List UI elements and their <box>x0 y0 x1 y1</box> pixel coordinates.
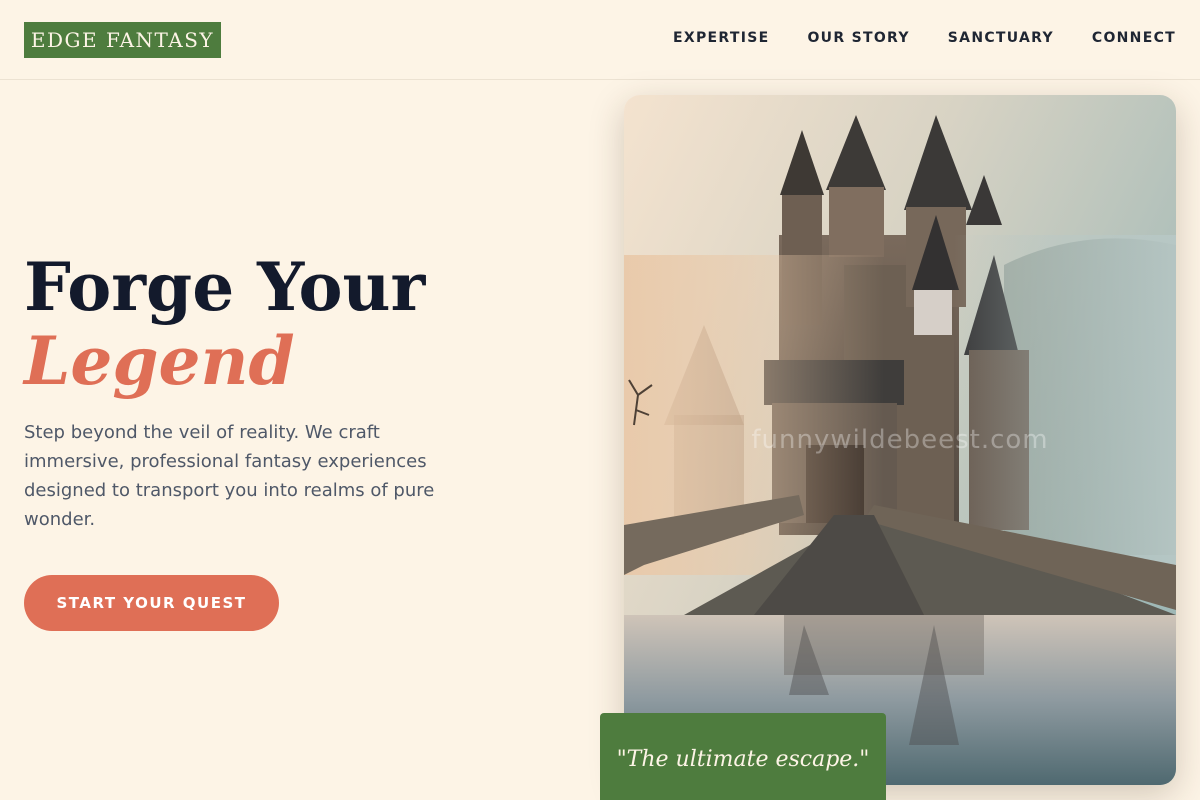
quote-card: "The ultimate escape." <box>600 713 886 800</box>
nav-link-expertise[interactable]: EXPERTISE <box>673 30 769 46</box>
image-watermark: funnywildebeest.com <box>751 425 1049 455</box>
main-nav: EXPERTISE OUR STORY SANCTUARY CONNECT <box>635 30 1176 46</box>
hero-title-line1: Forge Your <box>24 248 426 326</box>
nav-link-sanctuary[interactable]: SANCTUARY <box>948 30 1054 46</box>
quote-text: "The ultimate escape." <box>616 747 870 772</box>
nav-link-our-story[interactable]: OUR STORY <box>807 30 909 46</box>
hero-title-accent: Legend <box>24 322 295 400</box>
start-quest-button[interactable]: START YOUR QUEST <box>24 575 279 631</box>
hero-description: Step beyond the veil of reality. We craf… <box>24 422 435 530</box>
brand-logo[interactable]: EDGE FANTASY <box>24 22 221 58</box>
site-header: EDGE FANTASY EXPERTISE OUR STORY SANCTUA… <box>0 0 1200 80</box>
nav-link-connect[interactable]: CONNECT <box>1092 30 1176 46</box>
hero-title: Forge Your Legend <box>24 250 425 398</box>
hero-castle-image: funnywildebeest.com <box>624 95 1176 785</box>
